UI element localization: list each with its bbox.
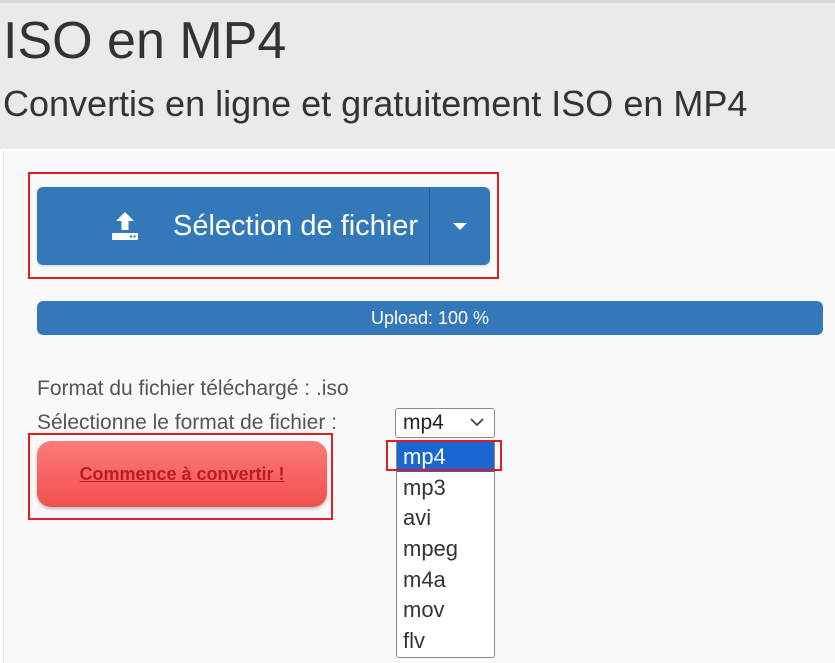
format-dropdown-list: mp4 mp3 avi mpeg m4a mov flv: [396, 440, 495, 658]
page-title: ISO en MP4: [3, 12, 287, 70]
file-upload-group: Sélection de fichier: [37, 187, 490, 265]
format-option-mp3[interactable]: mp3: [397, 473, 494, 503]
progress-label: Upload: 100 %: [370, 307, 490, 328]
page-header: ISO en MP4 Convertis en ligne et gratuit…: [0, 3, 835, 149]
upload-icon: [109, 210, 141, 242]
format-option-avi[interactable]: avi: [397, 503, 494, 533]
caret-down-icon: [453, 222, 467, 230]
format-option-mp4[interactable]: mp4: [397, 442, 494, 472]
chevron-down-icon: [470, 418, 484, 427]
uploaded-format-text: Format du fichier téléchargé : .iso: [37, 377, 349, 400]
format-option-flv[interactable]: flv: [397, 626, 494, 656]
format-option-m4a[interactable]: m4a: [397, 565, 494, 595]
select-file-label: Sélection de fichier: [173, 209, 419, 242]
start-convert-label: Commence à convertir !: [79, 463, 285, 484]
upload-options-toggle[interactable]: [430, 187, 490, 265]
format-select-label: Sélectionne le format de fichier :: [37, 411, 337, 434]
upload-progress-bar: Upload: 100 %: [37, 301, 823, 335]
page-subtitle: Convertis en ligne et gratuitement ISO e…: [3, 83, 748, 124]
format-select[interactable]: mp4: [395, 408, 495, 438]
format-select-value: mp4: [403, 411, 444, 434]
format-option-mov[interactable]: mov: [397, 595, 494, 625]
select-file-button[interactable]: Sélection de fichier: [37, 187, 429, 265]
start-convert-button[interactable]: Commence à convertir !: [37, 441, 327, 507]
format-option-mpeg[interactable]: mpeg: [397, 534, 494, 564]
